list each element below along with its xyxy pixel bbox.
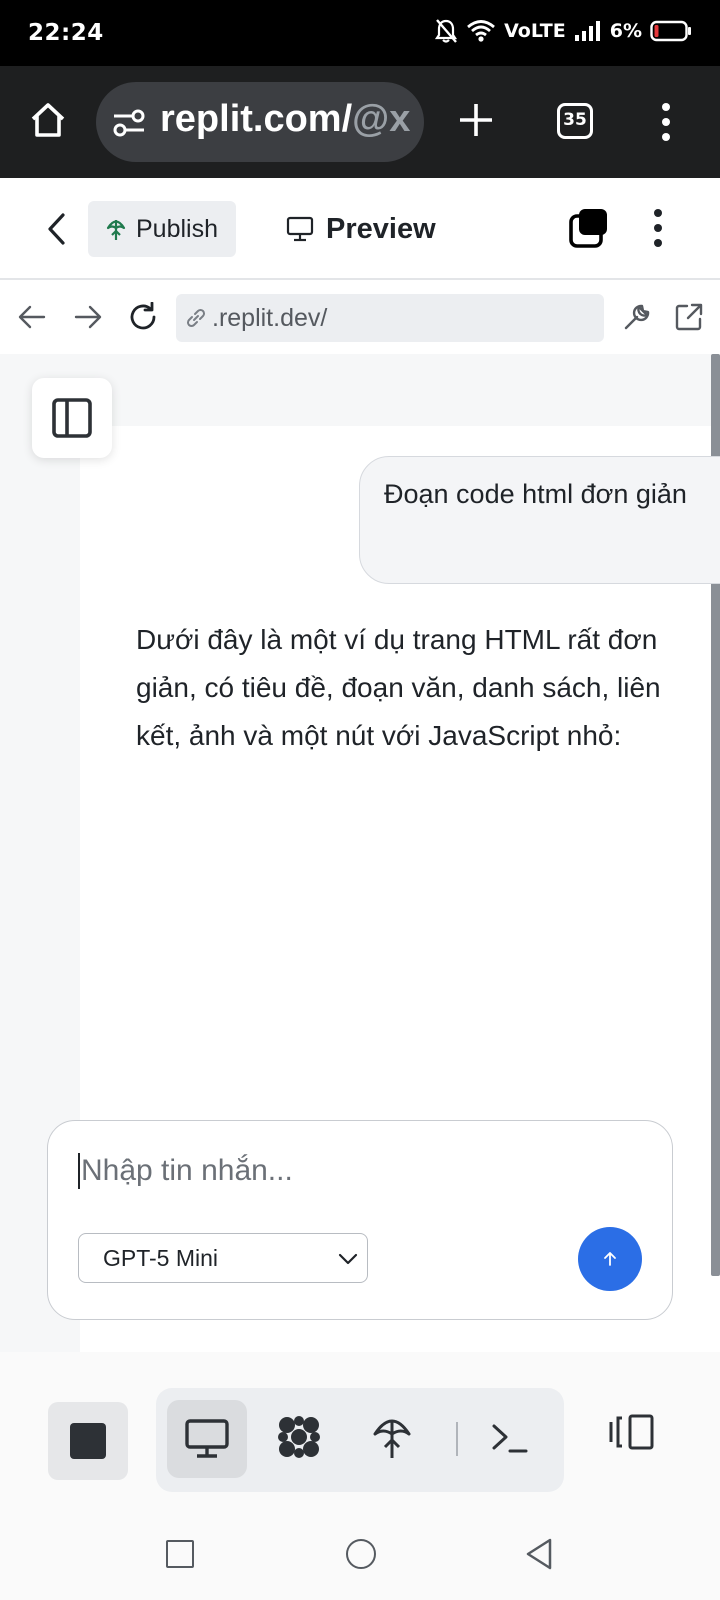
monitor-icon (286, 216, 314, 242)
user-message-bubble: Đoạn code html đơn giản (359, 456, 720, 584)
tab-switcher-button[interactable]: 35 (557, 103, 593, 139)
more-options-icon[interactable] (652, 208, 664, 248)
forward-arrow-icon[interactable] (74, 304, 102, 330)
reload-icon[interactable] (128, 302, 158, 332)
stop-button[interactable] (48, 1402, 128, 1480)
link-icon (186, 308, 206, 328)
shell-icon[interactable] (490, 1418, 530, 1458)
status-time: 22:24 (28, 20, 104, 46)
agent-icon[interactable] (274, 1412, 324, 1462)
workspace-tools (156, 1388, 564, 1492)
address-text[interactable]: replit.com/@x (160, 98, 410, 141)
devtools-wrench-icon[interactable] (622, 302, 652, 332)
sidebar-toggle-button[interactable] (32, 378, 112, 458)
mute-bell-icon (435, 19, 458, 43)
tabs-stack-icon[interactable] (569, 208, 609, 248)
status-icons: VoLTE 6% (434, 18, 692, 44)
back-arrow-icon[interactable] (18, 304, 46, 330)
preview-label: Preview (326, 212, 436, 245)
battery-icon (650, 20, 691, 42)
arrow-up-icon (604, 1252, 616, 1266)
wifi-icon (467, 20, 496, 42)
assistant-message: Dưới đây là một ví dụ trang HTML rất đơn… (136, 624, 661, 751)
address-main: replit.com/ (160, 98, 353, 140)
preview-button[interactable]: Preview (286, 201, 436, 257)
app-header: Publish Preview (0, 178, 720, 280)
preview-url-field[interactable]: .replit.dev/ (176, 294, 604, 342)
status-bar: 22:24 VoLTE 6% (0, 0, 720, 66)
preview-nav-bar: .replit.dev/ (0, 280, 720, 354)
bottom-toolbar (0, 1352, 720, 1506)
panes-icon[interactable] (608, 1412, 656, 1452)
preview-content: Đoạn code html đơn giản Dưới đây là một … (0, 354, 720, 1352)
battery-percent: 6% (609, 20, 642, 42)
preview-url-text: .replit.dev/ (212, 303, 328, 332)
back-chevron-icon[interactable] (44, 211, 68, 247)
message-placeholder: Nhập tin nhắn... (81, 1154, 293, 1187)
browser-toolbar: replit.com/@x 35 (0, 66, 720, 178)
preview-tool-button[interactable] (167, 1400, 247, 1478)
signal-icon (574, 21, 600, 41)
site-settings-icon[interactable] (112, 108, 146, 138)
home-icon[interactable] (28, 100, 68, 140)
message-input[interactable]: Nhập tin nhắn... (78, 1153, 293, 1189)
android-nav-bar (0, 1506, 720, 1600)
chevron-down-icon (338, 1253, 358, 1265)
monitor-icon (185, 1419, 229, 1458)
new-tab-icon[interactable] (456, 100, 496, 140)
back-triangle-icon[interactable] (524, 1537, 554, 1571)
publish-label: Publish (136, 214, 218, 243)
publish-icon (106, 220, 126, 240)
recent-apps-button[interactable] (166, 1540, 194, 1568)
open-external-icon[interactable] (674, 302, 704, 332)
network-type: VoLTE (504, 20, 566, 42)
send-button[interactable] (578, 1227, 642, 1291)
model-select[interactable]: GPT-5 Mini (78, 1233, 368, 1283)
toolbar-divider (456, 1422, 458, 1456)
deploy-icon[interactable] (372, 1412, 412, 1462)
home-button[interactable] (346, 1539, 376, 1569)
message-composer: Nhập tin nhắn... GPT-5 Mini (47, 1120, 673, 1320)
model-select-value: GPT-5 Mini (103, 1244, 219, 1271)
stop-icon (70, 1423, 106, 1459)
publish-button[interactable]: Publish (88, 201, 236, 257)
address-bar[interactable]: replit.com/@x (96, 82, 424, 162)
browser-menu-icon[interactable] (660, 102, 672, 142)
sidebar-icon (52, 398, 92, 438)
address-dim: @x (352, 98, 411, 140)
text-caret (78, 1153, 80, 1189)
